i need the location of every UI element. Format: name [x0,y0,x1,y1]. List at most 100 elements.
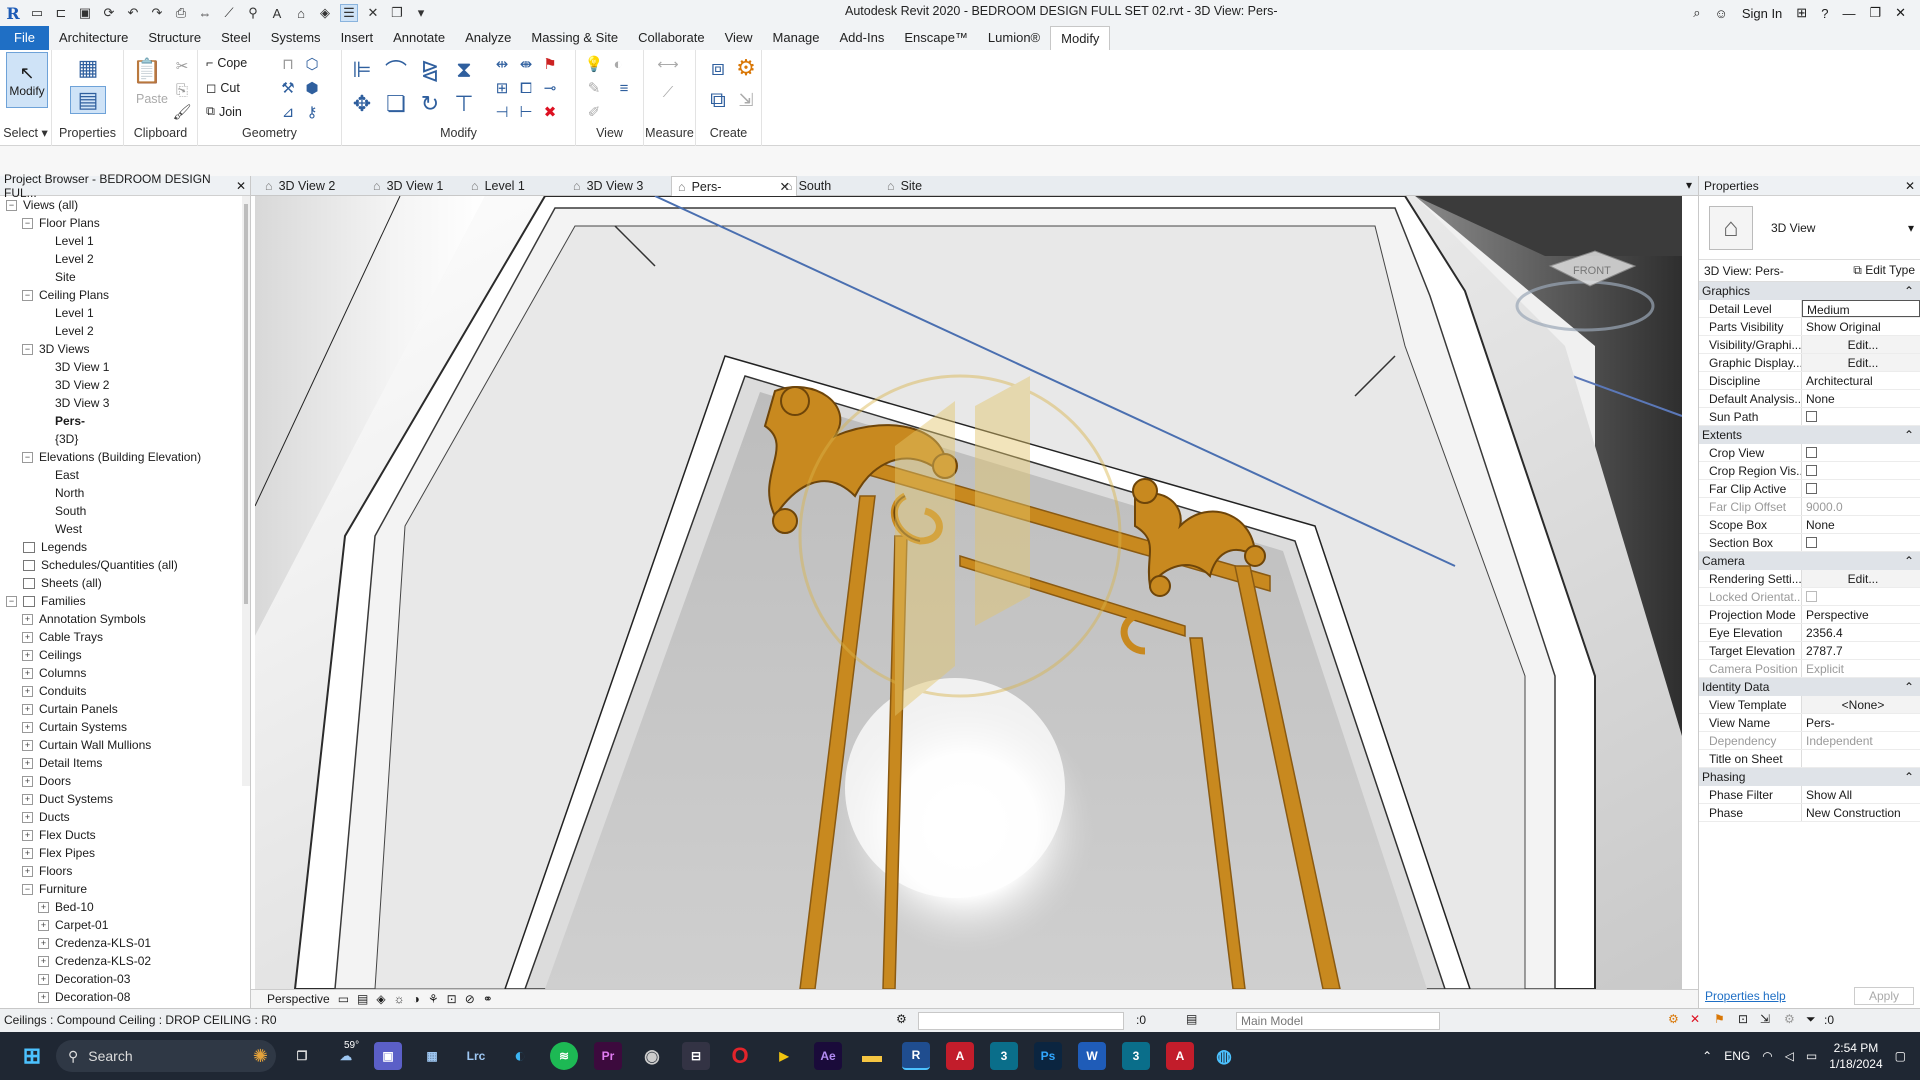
tree-item[interactable]: + Floors [22,862,72,880]
property-value[interactable]: None [1802,516,1920,533]
cart-icon[interactable]: ⊞ [1796,5,1807,21]
tree-item[interactable]: + Doors [22,772,71,790]
property-group-extents[interactable]: Extents ⌃ [1699,426,1920,444]
tab-steel[interactable]: Steel [211,26,261,50]
collapse-icon[interactable]: − [22,289,33,301]
photos-icon[interactable]: ▦ [418,1042,446,1070]
property-value[interactable]: <None> [1802,696,1920,713]
property-group-camera[interactable]: Camera ⌃ [1699,552,1920,570]
property-group-identity-data[interactable]: Identity Data ⌃ [1699,678,1920,696]
tab-lumion[interactable]: Lumion® [978,26,1050,50]
tree-item[interactable]: −3D Views [22,340,89,358]
collapse-icon[interactable]: − [22,883,33,895]
expand-icon[interactable]: + [22,667,33,679]
type-selector[interactable]: ⌂ 3D View ▾ [1699,196,1920,260]
instance-selector[interactable]: 3D View: Pers- [1704,264,1784,278]
design-option-dropdown[interactable]: Main Model [1236,1012,1440,1030]
autocad-icon[interactable]: A [946,1042,974,1070]
3dsmax-2-icon[interactable]: 3 [1122,1042,1150,1070]
switch-windows-icon[interactable]: ❐ [388,5,406,21]
paint-icon[interactable]: ⬢ [302,78,322,98]
drag-elements-icon[interactable]: ⇲ [1760,1012,1770,1026]
view-tab-3d-view-3[interactable]: ⌂ 3D View 3 [567,176,667,196]
view-tab-level-1[interactable]: ⌂ Level 1 [465,176,565,196]
tab-systems[interactable]: Systems [261,26,331,50]
expand-icon[interactable]: + [22,775,33,787]
delete-icon[interactable]: ✖ [540,102,560,122]
tab-view[interactable]: View [715,26,763,50]
expand-icon[interactable]: + [22,739,33,751]
property-value[interactable] [1802,408,1920,425]
demolish-icon[interactable]: ⚒ [278,78,298,98]
tree-item[interactable]: Level 1 [38,304,94,322]
split-element-icon[interactable]: ⇹ [492,54,512,74]
cope-button[interactable]: ⌐ Cope [206,56,247,70]
tab-annotate[interactable]: Annotate [383,26,455,50]
chevron-up-icon[interactable]: ⌃ [1702,1049,1712,1063]
battery-icon[interactable]: ▭ [1806,1049,1817,1063]
customize-qat-icon[interactable]: ▾ [412,5,430,21]
wifi-icon[interactable]: ◠ [1762,1049,1772,1063]
remove-paint-icon[interactable]: ⚷ [302,102,322,122]
rotate-icon[interactable]: ↻ [416,90,444,118]
tree-item[interactable]: {3D} [38,430,78,448]
user-icon[interactable]: ☺ [1715,6,1728,21]
property-value[interactable]: Pers- [1802,714,1920,731]
property-checkbox[interactable] [1806,465,1817,476]
expand-icon[interactable]: + [22,865,33,877]
tree-item[interactable]: + Curtain Panels [22,700,118,718]
properties-help-link[interactable]: Properties help [1705,989,1786,1003]
section-icon[interactable]: ◈ [316,5,334,21]
create-assembly-icon[interactable]: ⧈ [704,54,732,82]
collapse-icon[interactable]: − [6,199,17,211]
tab-file[interactable]: File [0,26,49,50]
tree-item[interactable]: − Furniture [22,880,87,898]
media-player-icon[interactable]: ▶ [770,1042,798,1070]
edge-icon[interactable]: ◐ [506,1042,534,1070]
split-gap-icon[interactable]: ⇼ [516,54,536,74]
property-value[interactable]: Edit... [1802,336,1920,353]
create-group-icon[interactable]: ⧉ [704,86,732,114]
filter-icon[interactable]: ⏷ [1806,1012,1816,1027]
reveal-hidden-icon[interactable]: ⚭ [483,992,493,1006]
open-folder-icon[interactable]: ⊏ [52,5,70,21]
expand-icon[interactable]: + [22,613,33,625]
property-value[interactable]: 2787.7 [1802,642,1920,659]
tree-item[interactable]: Schedules/Quantities (all) [6,556,178,574]
tree-item[interactable]: + Flex Ducts [22,826,96,844]
property-group-graphics[interactable]: Graphics ⌃ [1699,282,1920,300]
tree-item[interactable]: − Floor Plans [22,214,100,232]
text-icon[interactable]: A [268,6,286,21]
opera-icon[interactable]: O [726,1042,754,1070]
teams-icon[interactable]: ▣ [374,1042,402,1070]
tab-architecture[interactable]: Architecture [49,26,138,50]
3dsmax-icon[interactable]: 3 [990,1042,1018,1070]
align-icon[interactable]: ⊫ [348,56,376,84]
dimension-icon[interactable]: ⟋ [220,5,238,21]
crop-view-icon[interactable]: ⊡ [447,992,457,1006]
disk-icon[interactable]: ◉ [638,1042,666,1070]
expand-icon[interactable]: + [22,793,33,805]
expand-icon[interactable]: + [22,811,33,823]
expand-icon[interactable]: + [22,631,33,643]
expand-icon[interactable]: + [22,703,33,715]
tab-manage[interactable]: Manage [763,26,830,50]
tree-item[interactable]: + Conduits [22,682,86,700]
cut-profile-icon[interactable]: ⊿ [278,102,298,122]
sun-path-icon[interactable]: ☼ [394,992,405,1006]
collapse-icon[interactable]: − [22,451,33,463]
modify-button[interactable]: ↖ Modify [6,52,48,108]
measure-icon[interactable]: ⇔ [196,6,214,21]
background-processes-icon[interactable]: ⚙ [1784,1012,1795,1026]
close-button[interactable]: ✕ [1895,5,1906,21]
expand-icon[interactable]: + [22,685,33,697]
open-icon[interactable]: ▭ [28,5,46,21]
scale-icon[interactable]: ⧠ [516,78,536,98]
edit-type-button[interactable]: ⧉ Edit Type [1853,263,1915,278]
property-checkbox[interactable] [1806,411,1817,422]
view-tab-south[interactable]: ⌂ South [779,176,879,196]
calculator-icon[interactable]: ⊟ [682,1042,710,1070]
word-icon[interactable]: W [1078,1042,1106,1070]
pin-icon[interactable]: ⊸ [540,78,560,98]
tree-item[interactable]: 3D View 3 [38,394,109,412]
